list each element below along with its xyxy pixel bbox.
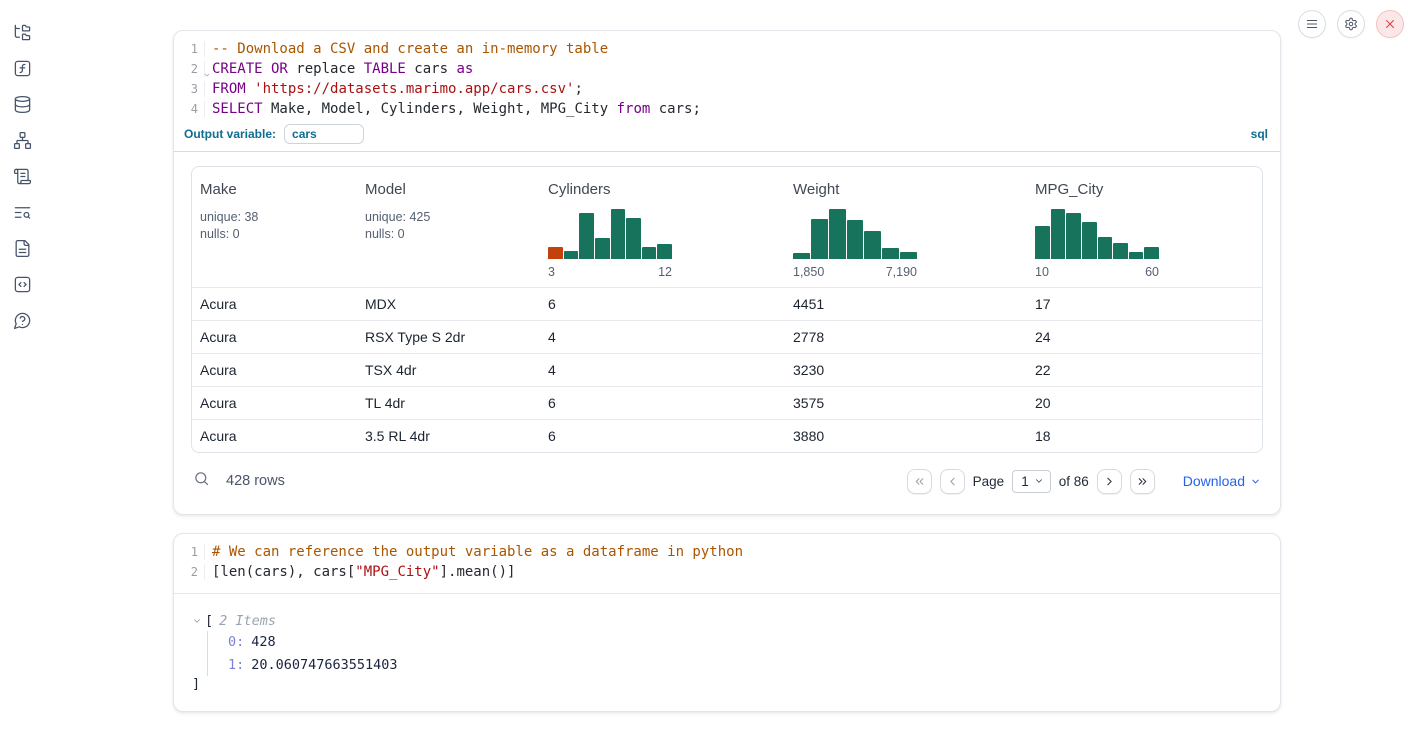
sql-output-area: Make unique: 38 nulls: 0 Model unique: 4… <box>174 152 1280 508</box>
histogram-cylinders <box>548 209 672 259</box>
line-number: 3 <box>191 82 198 96</box>
bracket-close: ] <box>192 676 1262 696</box>
table-footer: 428 rows Page 1 of 86 <box>191 465 1263 497</box>
line-number: 1 <box>191 545 198 559</box>
documentation-icon[interactable] <box>12 238 32 258</box>
python-comment: # We can reference the output variable a… <box>212 544 743 560</box>
file-explorer-icon[interactable] <box>12 22 32 42</box>
column-header-mpg-city[interactable]: MPG_City 10 60 <box>1027 167 1262 287</box>
histogram-mpg-city <box>1035 209 1159 259</box>
outline-search-icon[interactable] <box>12 202 32 222</box>
window-controls <box>1298 10 1404 38</box>
item-value: 428 <box>251 634 275 650</box>
gear-icon <box>1344 17 1358 31</box>
dependency-graph-icon[interactable] <box>12 130 32 150</box>
hist-min-label: 3 <box>548 265 555 279</box>
data-sources-icon[interactable] <box>12 94 32 114</box>
stat-nulls: nulls: 0 <box>200 226 349 243</box>
menu-button[interactable] <box>1298 10 1326 38</box>
data-table: Make unique: 38 nulls: 0 Model unique: 4… <box>191 166 1263 453</box>
stat-unique: unique: 425 <box>365 209 532 226</box>
item-index: 0: <box>228 634 244 650</box>
collapse-chevron-icon[interactable] <box>192 616 202 626</box>
stat-nulls: nulls: 0 <box>365 226 532 243</box>
hist-max-label: 7,190 <box>886 265 917 279</box>
column-header-cylinders[interactable]: Cylinders 3 12 <box>540 167 785 287</box>
python-cell: 1 # We can reference the output variable… <box>173 533 1281 712</box>
output-variable-row: Output variable: sql <box>174 119 1280 152</box>
code-line: 2 [len(cars), cars["MPG_City"].mean()] <box>174 562 1280 582</box>
hist-max-label: 12 <box>658 265 672 279</box>
variables-icon[interactable] <box>12 58 32 78</box>
code-line: 4 SELECT Make, Model, Cylinders, Weight,… <box>174 99 1280 119</box>
snippets-icon[interactable] <box>12 274 32 294</box>
column-header-model[interactable]: Model unique: 425 nulls: 0 <box>357 167 540 287</box>
sql-cell: 1 -- Download a CSV and create an in-mem… <box>173 30 1281 515</box>
item-index: 1: <box>228 657 244 673</box>
code-line: 1 -- Download a CSV and create an in-mem… <box>174 39 1280 59</box>
code-line: 1 # We can reference the output variable… <box>174 542 1280 562</box>
table-row[interactable]: Acura MDX 6 4451 17 <box>192 287 1262 320</box>
chevron-right-icon <box>1103 475 1116 488</box>
column-header-make[interactable]: Make unique: 38 nulls: 0 <box>192 167 357 287</box>
tree-entries: 0: 428 1: 20.060747663551403 <box>207 631 1262 676</box>
rows-count: 428 rows <box>226 473 285 489</box>
sql-code-editor[interactable]: 1 -- Download a CSV and create an in-mem… <box>174 31 1280 119</box>
chevrons-right-icon <box>1136 475 1149 488</box>
items-count-label: 2 Items <box>219 613 276 629</box>
table-row[interactable]: Acura RSX Type S 2dr 4 2778 24 <box>192 320 1262 353</box>
item-value: 20.060747663551403 <box>251 657 397 673</box>
left-sidebar <box>0 0 44 729</box>
close-icon <box>1383 17 1397 31</box>
table-header: Make unique: 38 nulls: 0 Model unique: 4… <box>192 167 1262 287</box>
list-item: 0: 428 <box>228 631 1262 654</box>
help-chat-icon[interactable] <box>12 310 32 330</box>
python-code-editor[interactable]: 1 # We can reference the output variable… <box>174 534 1280 593</box>
stat-unique: unique: 38 <box>200 209 349 226</box>
column-header-weight[interactable]: Weight 1,850 7,190 <box>785 167 1027 287</box>
output-variable-label: Output variable: <box>184 127 276 141</box>
settings-button[interactable] <box>1337 10 1365 38</box>
line-number: 2 <box>191 62 198 76</box>
pagination: Page 1 of 86 Download <box>907 469 1261 494</box>
histogram-weight <box>793 209 917 259</box>
download-button[interactable]: Download <box>1183 473 1261 489</box>
line-number: 1 <box>191 42 198 56</box>
page-label: Page <box>973 474 1005 489</box>
last-page-button[interactable] <box>1130 469 1155 494</box>
list-item: 1: 20.060747663551403 <box>228 654 1262 677</box>
code-line: 3 FROM 'https://datasets.marimo.app/cars… <box>174 79 1280 99</box>
line-number: 4 <box>191 102 198 116</box>
sql-comment: -- Download a CSV and create an in-memor… <box>212 41 608 57</box>
chevron-down-icon <box>1250 476 1261 487</box>
first-page-button[interactable] <box>907 469 932 494</box>
next-page-button[interactable] <box>1097 469 1122 494</box>
logs-icon[interactable] <box>12 166 32 186</box>
previous-page-button[interactable] <box>940 469 965 494</box>
hist-min-label: 10 <box>1035 265 1049 279</box>
language-badge[interactable]: sql <box>1251 127 1268 141</box>
chevron-down-icon <box>1034 476 1044 486</box>
python-output-area: [ 2 Items 0: 428 1: 20.060747663551403 ] <box>174 593 1280 712</box>
table-row[interactable]: Acura TSX 4dr 4 3230 22 <box>192 353 1262 386</box>
fold-chevron-icon[interactable] <box>203 68 211 82</box>
hist-min-label: 1,850 <box>793 265 824 279</box>
hist-max-label: 60 <box>1145 265 1159 279</box>
close-button[interactable] <box>1376 10 1404 38</box>
output-variable-input[interactable] <box>284 124 364 144</box>
hamburger-icon <box>1305 17 1319 31</box>
chevrons-left-icon <box>913 475 926 488</box>
code-line: 2 CREATE OR replace TABLE cars as <box>174 59 1280 79</box>
page-select[interactable]: 1 <box>1012 470 1051 493</box>
table-row[interactable]: Acura 3.5 RL 4dr 6 3880 18 <box>192 419 1262 452</box>
table-row[interactable]: Acura TL 4dr 6 3575 20 <box>192 386 1262 419</box>
line-number: 2 <box>191 565 198 579</box>
bracket-open: [ <box>205 613 213 629</box>
search-icon[interactable] <box>193 470 210 492</box>
chevron-left-icon <box>946 475 959 488</box>
page-total-label: of 86 <box>1059 474 1089 489</box>
